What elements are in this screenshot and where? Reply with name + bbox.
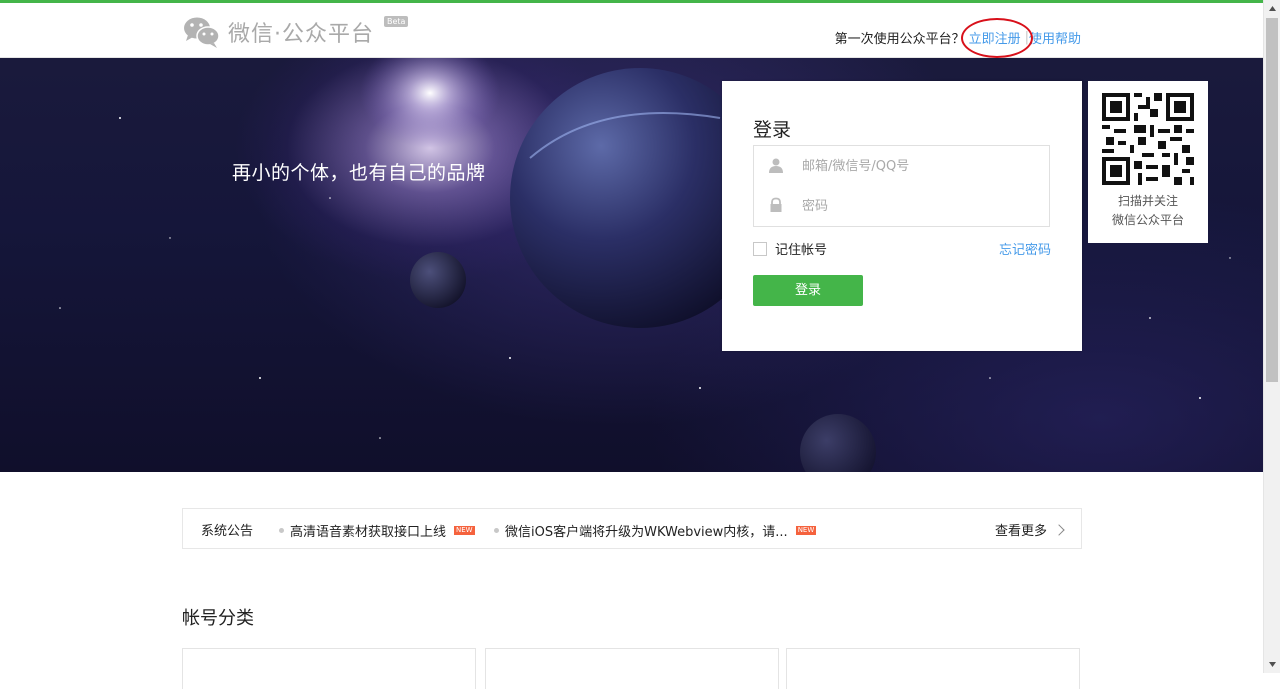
password-input[interactable] [802, 186, 1042, 226]
scrollbar-thumb[interactable] [1266, 18, 1278, 382]
header-links: 第一次使用公众平台？ 立即注册 | 使用帮助 [834, 18, 1081, 58]
slogan: 再小的个体，也有自己的品牌 [232, 162, 486, 184]
logo[interactable]: 微信·公众平台 Beta [182, 15, 409, 49]
announcement-item[interactable]: 高清语音素材获取接口上线 NEW [279, 521, 475, 540]
login-title: 登录 [753, 119, 792, 141]
register-link[interactable]: 立即注册 [969, 32, 1021, 47]
beta-badge: Beta [384, 16, 409, 27]
new-badge: NEW [454, 526, 475, 535]
announcement-bar: 系统公告 高清语音素材获取接口上线 NEW 微信iOS客户端将升级为WKWebv… [182, 508, 1082, 549]
page-scrollbar[interactable] [1263, 0, 1280, 673]
announcement-label: 系统公告 [201, 524, 254, 539]
remember-account[interactable]: 记住帐号 [753, 239, 827, 258]
logo-text: 微信·公众平台 [228, 22, 374, 47]
header: 微信·公众平台 Beta 第一次使用公众平台？ 立即注册 | 使用帮助 [0, 3, 1263, 58]
qr-panel: 扫描并关注 微信公众平台 [1088, 81, 1208, 243]
account-input[interactable] [802, 146, 1042, 186]
bullet-icon [494, 528, 499, 533]
remember-checkbox[interactable] [753, 241, 767, 256]
category-card[interactable] [485, 648, 779, 689]
register-link-wrap: 立即注册 [960, 18, 1033, 58]
forgot-password-link[interactable]: 忘记密码 [999, 239, 1051, 258]
first-time-text: 第一次使用公众平台？ [834, 32, 965, 47]
chevron-right-icon [1053, 523, 1065, 536]
bullet-icon [279, 528, 284, 533]
qr-caption-line2: 微信公众平台 [1111, 213, 1184, 227]
scroll-down-arrow-icon[interactable] [1264, 656, 1280, 673]
announcement-text: 微信iOS客户端将升级为WKWebview内核，请... [505, 525, 788, 540]
category-card[interactable] [786, 648, 1080, 689]
lock-icon [770, 197, 782, 212]
account-categories-title: 帐号分类 [182, 608, 254, 629]
category-card[interactable] [182, 648, 476, 689]
qr-caption-line1: 扫描并关注 [1117, 194, 1178, 208]
scroll-up-arrow-icon[interactable] [1264, 0, 1280, 17]
qr-code-image [1102, 93, 1194, 185]
help-link[interactable]: 使用帮助 [1029, 28, 1081, 47]
wechat-logo-icon [184, 17, 220, 48]
account-field [753, 145, 1050, 187]
announcement-item[interactable]: 微信iOS客户端将升级为WKWebview内核，请... NEW [494, 521, 817, 540]
user-icon [769, 158, 783, 173]
login-panel: 登录 记住帐号 忘记密码 登录 [722, 81, 1082, 351]
new-badge: NEW [795, 526, 817, 535]
login-button[interactable]: 登录 [753, 275, 863, 306]
view-more-label: 查看更多 [994, 524, 1047, 539]
password-field [753, 186, 1050, 227]
remember-label: 记住帐号 [775, 243, 828, 258]
announcement-text: 高清语音素材获取接口上线 [290, 525, 447, 540]
view-more-link[interactable]: 查看更多 [994, 520, 1065, 539]
qr-caption: 扫描并关注 微信公众平台 [1088, 192, 1208, 230]
